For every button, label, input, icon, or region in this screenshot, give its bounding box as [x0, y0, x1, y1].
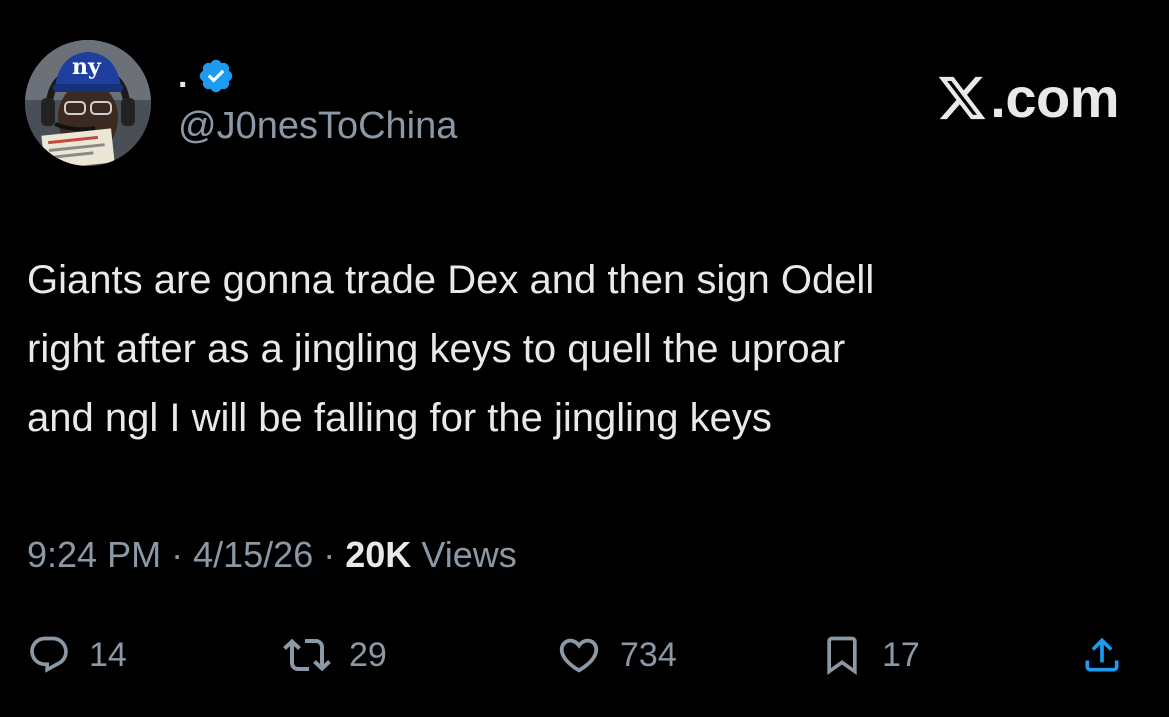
like-button[interactable]: 734	[556, 625, 677, 685]
tweet-meta: 9:24 PM · 4/15/26 · 20K Views	[27, 530, 517, 580]
verified-badge-icon	[197, 57, 235, 95]
brand-label: .com	[990, 66, 1119, 129]
repost-button[interactable]: 29	[283, 625, 387, 685]
author-info[interactable]: . @J0nesToChina	[178, 55, 457, 149]
repost-count: 29	[349, 636, 387, 674]
avatar[interactable]: ny	[25, 40, 151, 166]
share-button[interactable]	[1080, 625, 1124, 685]
x-logo-icon	[936, 72, 988, 124]
action-bar: 14 29 734 17	[0, 625, 1169, 685]
cap-logo-text: ny	[72, 54, 101, 80]
reply-count: 14	[89, 636, 127, 674]
reply-button[interactable]: 14	[27, 625, 127, 685]
display-name[interactable]: .	[178, 55, 187, 97]
meta-separator: ·	[171, 534, 184, 575]
repost-icon	[283, 631, 331, 679]
bookmark-button[interactable]: 17	[820, 625, 920, 685]
bookmark-icon	[820, 633, 864, 677]
brand-watermark: .com	[936, 66, 1119, 130]
meta-separator: ·	[323, 534, 336, 575]
tweet-text: Giants are gonna trade Dex and then sign…	[27, 258, 875, 440]
views-count: 20K	[345, 534, 412, 575]
reply-icon	[27, 633, 71, 677]
like-count: 734	[620, 636, 677, 674]
views-label: Views	[421, 534, 517, 575]
heart-icon	[556, 632, 602, 678]
tweet-card: ny . @J0nesToChina .com Giants are gonna…	[0, 0, 1169, 717]
tweet-time[interactable]: 9:24 PM	[27, 534, 161, 575]
share-icon	[1080, 633, 1124, 677]
handle[interactable]: @J0nesToChina	[178, 103, 457, 149]
tweet-date[interactable]: 4/15/26	[193, 534, 313, 575]
bookmark-count: 17	[882, 636, 920, 674]
